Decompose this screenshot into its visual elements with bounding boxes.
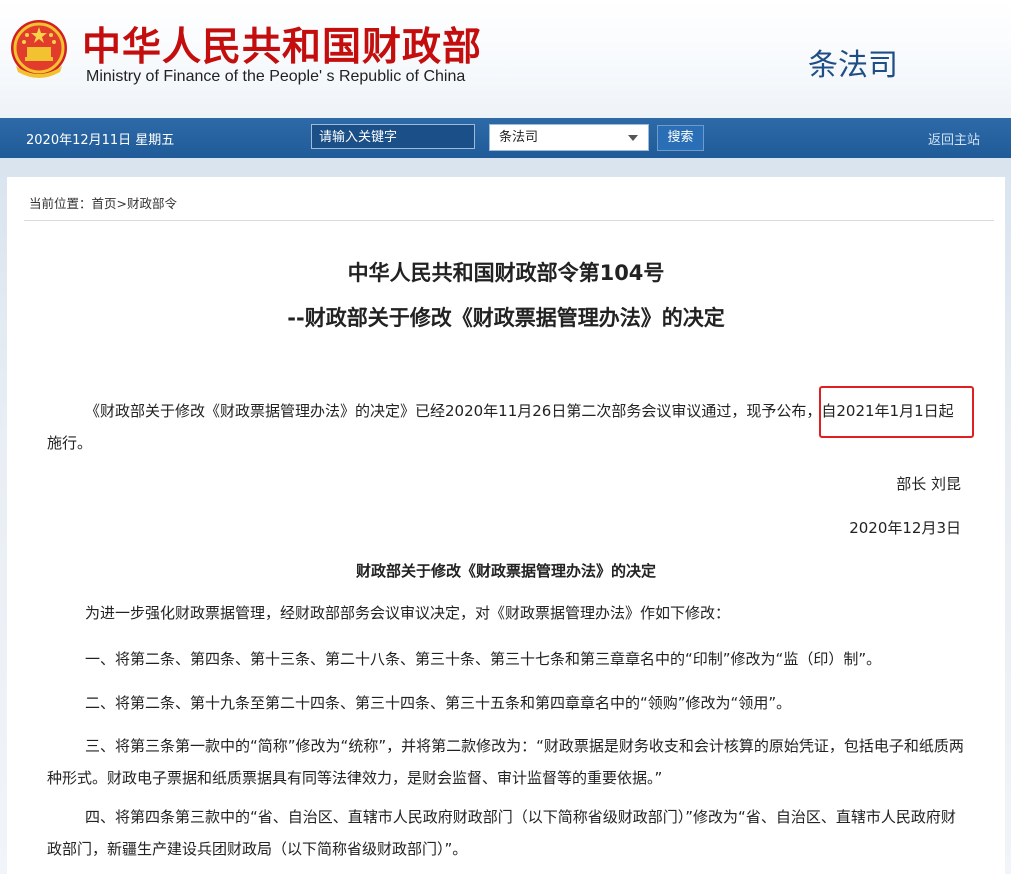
- breadcrumb-section-link[interactable]: 财政部令: [127, 196, 177, 211]
- nav-bar: 2020年12月11日 星期五 请输入关键字 条法司 搜索 返回主站: [0, 118, 1011, 158]
- highlight-annotation: [819, 386, 974, 438]
- breadcrumb-prefix: 当前位置：: [29, 196, 92, 211]
- document-subtitle: --财政部关于修改《财政票据管理办法》的决定: [287, 306, 725, 330]
- site-header: 中华人民共和国财政部 Ministry of Finance of the Pe…: [0, 0, 1011, 118]
- paragraph-2: 一、将第二条、第四条、第十三条、第二十八条、第三十条、第三十七条和第三章章名中的…: [85, 650, 882, 668]
- section-select[interactable]: 条法司: [489, 124, 649, 151]
- site-title-cn[interactable]: 中华人民共和国财政部: [82, 16, 482, 72]
- search-input[interactable]: 请输入关键字: [311, 124, 475, 149]
- document-title: 中华人民共和国财政部令第104号: [347, 261, 665, 285]
- breadcrumb: 当前位置：首页>财政部令: [29, 193, 177, 212]
- decision-title: 财政部关于修改《财政票据管理办法》的决定: [355, 562, 656, 580]
- breadcrumb-separator: >: [116, 196, 128, 211]
- chevron-down-icon: [628, 135, 638, 141]
- department-name: 条法司: [808, 48, 898, 83]
- paragraph-5: 四、将第四条第三款中的“省、自治区、直辖市人民政府财政部门（以下简称省级财政部门…: [47, 808, 956, 858]
- site-title-en: Ministry of Finance of the People' s Rep…: [86, 68, 466, 85]
- search-button[interactable]: 搜索: [657, 125, 704, 151]
- national-emblem-icon: [11, 20, 67, 78]
- return-home-link[interactable]: 返回主站: [928, 129, 980, 148]
- paragraph-4: 三、将第三条第一款中的“简称”修改为“统称”，并将第二款修改为：“财政票据是财务…: [47, 737, 964, 787]
- divider: [24, 220, 994, 221]
- document-date: 2020年12月3日: [849, 519, 961, 537]
- breadcrumb-home-link[interactable]: 首页: [92, 196, 117, 211]
- section-select-value: 条法司: [499, 130, 539, 145]
- signer: 部长 刘昆: [896, 475, 961, 493]
- paragraph-1: 为进一步强化财政票据管理，经财政部部务会议审议决定，对《财政票据管理办法》作如下…: [85, 604, 731, 622]
- current-date: 2020年12月11日 星期五: [26, 133, 175, 148]
- content-panel: 当前位置：首页>财政部令 中华人民共和国财政部令第104号 --财政部关于修改《…: [7, 177, 1005, 874]
- paragraph-3: 二、将第二条、第十九条至第二十四条、第三十四条、第三十五条和第四章章名中的“领购…: [85, 694, 792, 712]
